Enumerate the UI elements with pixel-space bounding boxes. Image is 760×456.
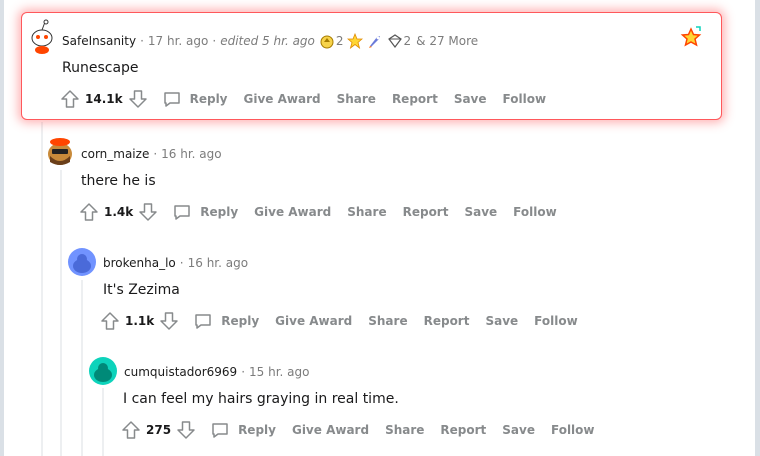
award-icon[interactable] [367, 33, 383, 49]
reply-button[interactable]: Reply [172, 202, 238, 222]
award-count: 2 [335, 34, 344, 48]
give-award-button[interactable]: Give Award [275, 314, 352, 328]
comment-time[interactable]: 16 hr. ago [188, 256, 248, 270]
share-button[interactable]: Share [347, 205, 386, 219]
comment-author[interactable]: cumquistador6969 [124, 365, 237, 379]
reply-icon [193, 311, 213, 331]
reply-icon [172, 202, 192, 222]
comment-meta: cumquistador6969 · 15 hr. ago [124, 365, 310, 379]
follow-button[interactable]: Follow [534, 314, 578, 328]
save-button[interactable]: Save [485, 314, 518, 328]
comment-author[interactable]: SafeInsanity [62, 34, 136, 48]
reply-label: Reply [200, 205, 239, 219]
report-button[interactable]: Report [440, 423, 486, 437]
reply-label: Reply [221, 314, 260, 328]
comment-meta: brokenha_lo · 16 hr. ago [103, 256, 248, 270]
save-button[interactable]: Save [464, 205, 497, 219]
comment-time[interactable]: 15 hr. ago [249, 365, 309, 379]
award-icon[interactable] [346, 33, 363, 49]
comment-body: Runescape [62, 60, 139, 76]
share-button[interactable]: Share [385, 423, 424, 437]
downvote-icon[interactable] [138, 202, 158, 222]
comment-actions: 275 Reply Give Award Share Report Save F… [121, 420, 595, 440]
mod-shield-icon[interactable] [680, 26, 702, 52]
thread-line[interactable] [41, 122, 43, 456]
give-award-button[interactable]: Give Award [254, 205, 331, 219]
comment-author[interactable]: brokenha_lo [103, 256, 176, 270]
comment-actions: 14.1k Reply Give Award Share Report Save… [60, 89, 546, 109]
comment-actions: 1.1k Reply Give Award Share Report Save … [100, 311, 578, 331]
comment-time[interactable]: 16 hr. ago [161, 147, 221, 161]
comment-edited: edited 5 hr. ago [220, 34, 315, 48]
downvote-icon[interactable] [128, 89, 148, 109]
upvote-icon[interactable] [121, 420, 141, 440]
comment-actions: 1.4k Reply Give Award Share Report Save … [79, 202, 557, 222]
separator-dot: · [179, 256, 184, 270]
award-icon[interactable] [387, 33, 403, 49]
share-button[interactable]: Share [368, 314, 407, 328]
report-button[interactable]: Report [392, 92, 438, 106]
award-icon[interactable] [319, 33, 335, 49]
follow-button[interactable]: Follow [513, 205, 557, 219]
downvote-icon[interactable] [159, 311, 179, 331]
thread-line[interactable] [102, 388, 104, 456]
give-award-button[interactable]: Give Award [292, 423, 369, 437]
downvote-icon[interactable] [176, 420, 196, 440]
report-button[interactable]: Report [403, 205, 449, 219]
avatar[interactable] [68, 248, 96, 276]
give-award-button[interactable]: Give Award [244, 92, 321, 106]
reply-icon [210, 420, 230, 440]
reply-label: Reply [238, 423, 276, 437]
reply-button[interactable]: Reply [210, 420, 276, 440]
reply-button[interactable]: Reply [193, 311, 259, 331]
upvote-icon[interactable] [79, 202, 99, 222]
separator-dot: · [241, 365, 246, 379]
upvote-icon[interactable] [100, 311, 120, 331]
comment-time[interactable]: 17 hr. ago [148, 34, 208, 48]
separator-dot: · [140, 34, 144, 48]
save-button[interactable]: Save [454, 92, 487, 106]
vote-score: 14.1k [85, 92, 123, 106]
page-gutter-right [755, 0, 760, 456]
vote-score: 1.1k [125, 314, 155, 328]
separator-dot: · [153, 147, 158, 161]
comment-author[interactable]: corn_maize [81, 147, 149, 161]
comment-body: there he is [81, 173, 156, 189]
comment-body: It's Zezima [103, 282, 180, 298]
comment-meta: SafeInsanity · 17 hr. ago · edited 5 hr.… [62, 33, 478, 49]
separator-dot: · [212, 34, 217, 48]
reply-button[interactable]: Reply [162, 89, 228, 109]
comment-meta: corn_maize · 16 hr. ago [81, 147, 222, 161]
share-button[interactable]: Share [337, 92, 376, 106]
thread-line[interactable] [81, 280, 83, 456]
thread-line[interactable] [60, 170, 62, 456]
follow-button[interactable]: Follow [551, 423, 595, 437]
save-button[interactable]: Save [502, 423, 535, 437]
avatar[interactable] [28, 18, 56, 54]
avatar[interactable] [46, 136, 74, 166]
follow-button[interactable]: Follow [503, 92, 547, 106]
award-count: 2 [403, 34, 412, 48]
vote-score: 275 [146, 423, 172, 437]
avatar[interactable] [89, 357, 117, 385]
more-awards-link[interactable]: & 27 More [416, 34, 478, 48]
upvote-icon[interactable] [60, 89, 80, 109]
vote-score: 1.4k [104, 205, 134, 219]
report-button[interactable]: Report [424, 314, 470, 328]
reply-icon [162, 89, 182, 109]
reply-label: Reply [189, 92, 228, 106]
page-gutter-left [0, 0, 4, 456]
comment-body: I can feel my hairs graying in real time… [123, 391, 399, 407]
